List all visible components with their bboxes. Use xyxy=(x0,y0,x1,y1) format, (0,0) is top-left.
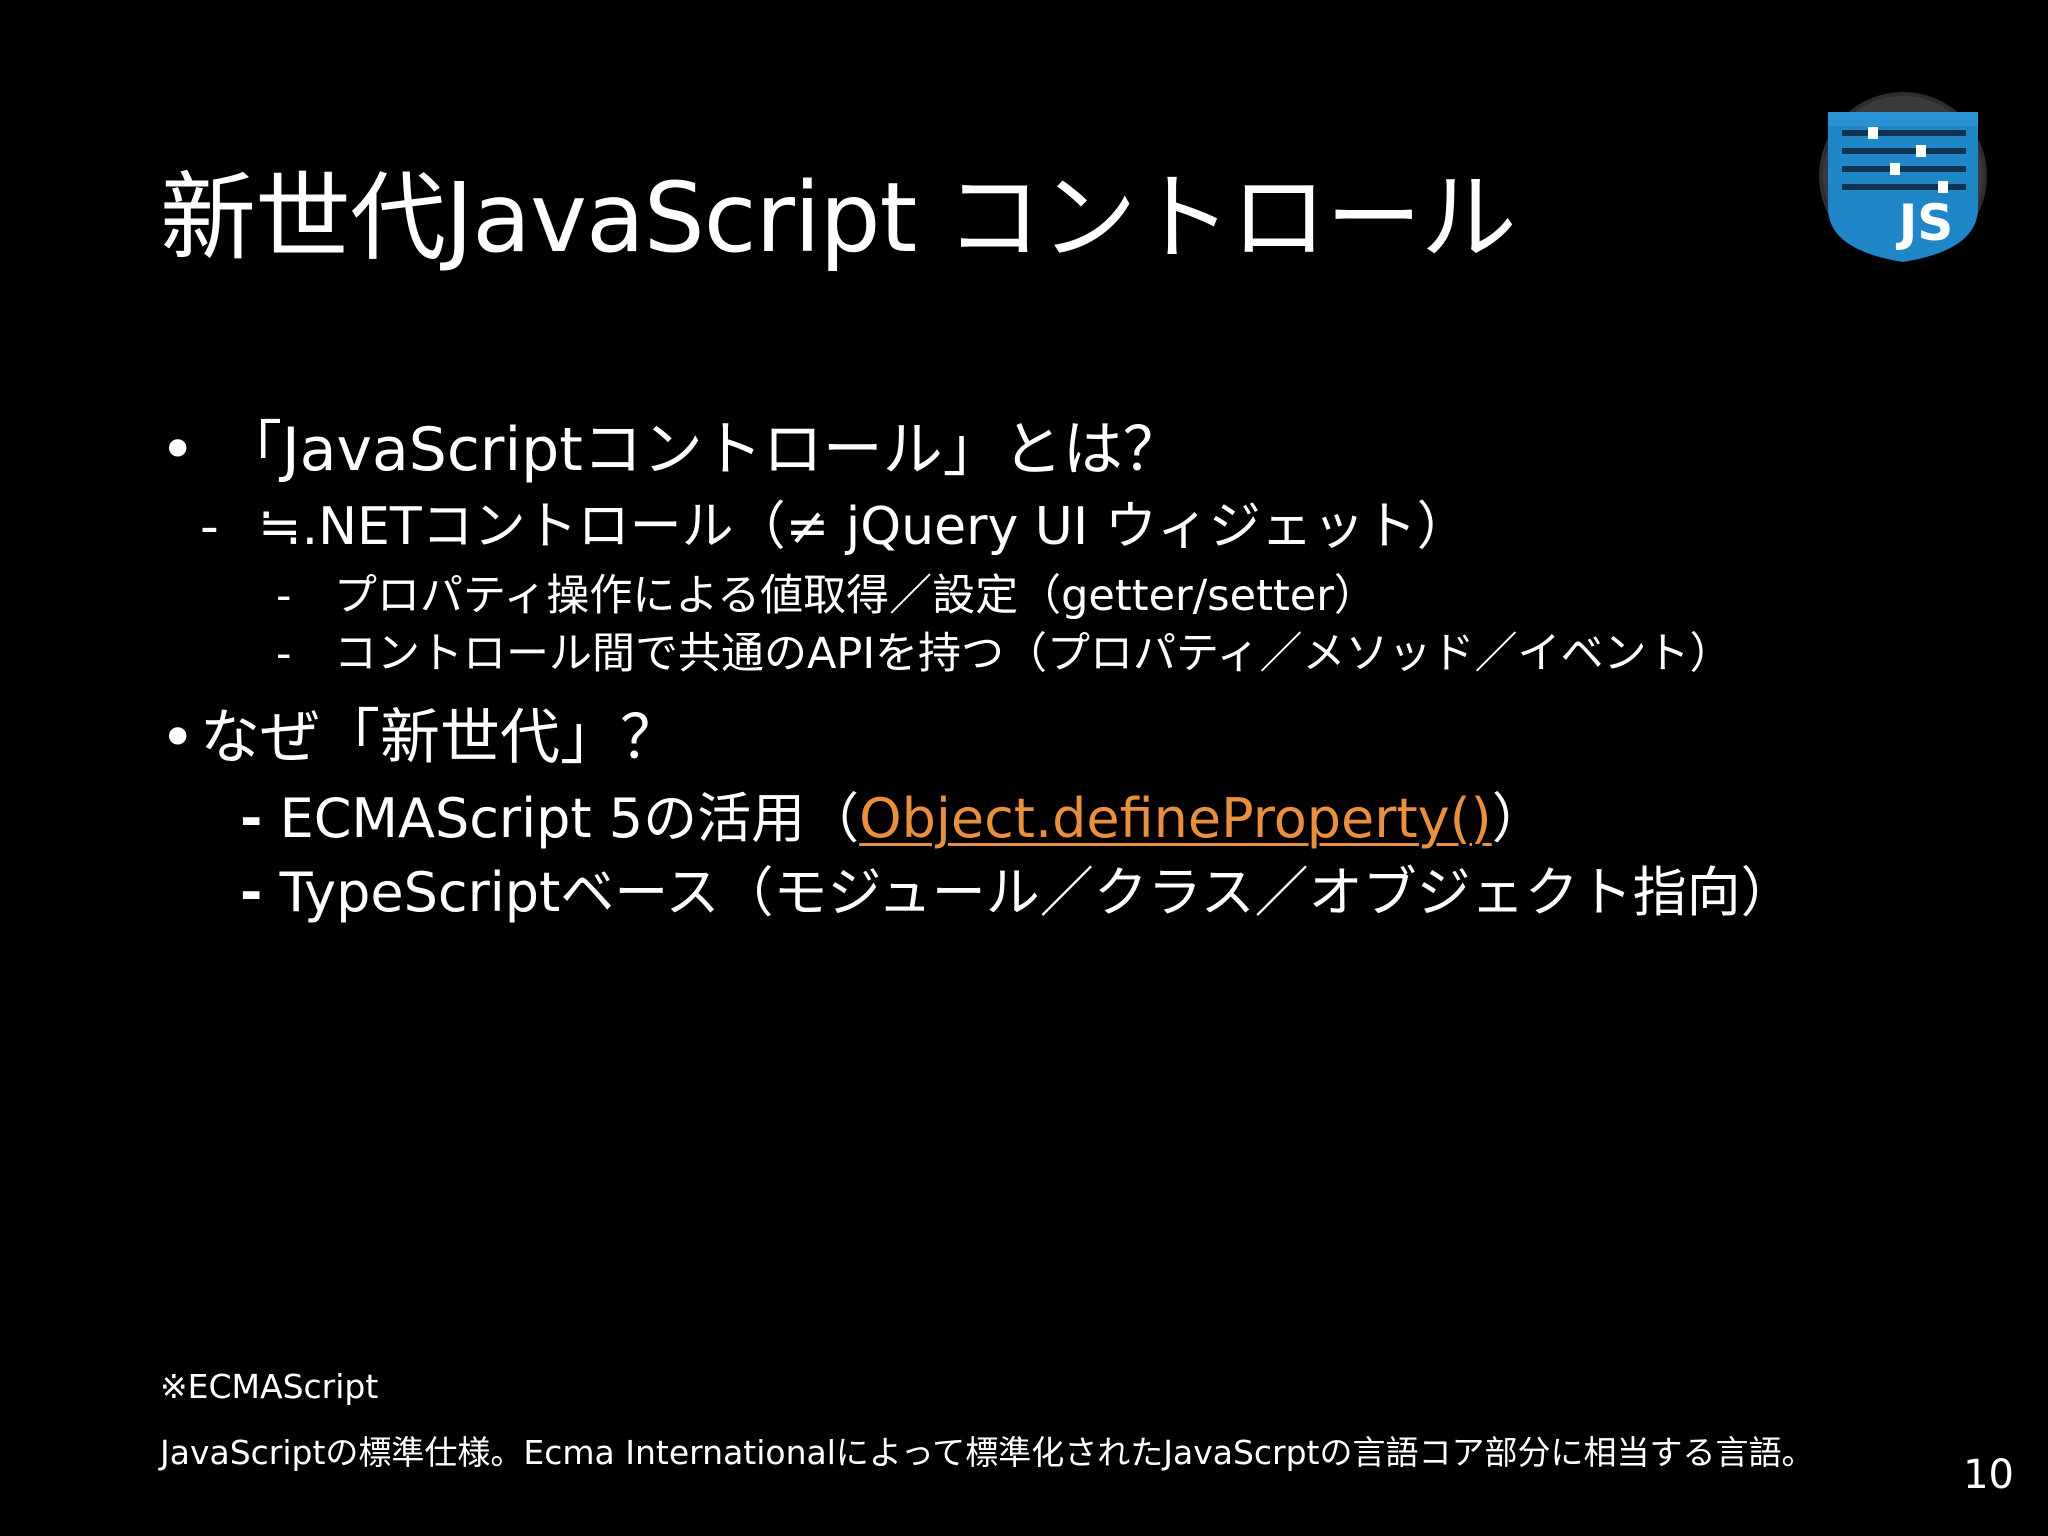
bullet-why-new-generation: なぜ「新世代」？ xyxy=(200,703,680,773)
define-property-link[interactable]: Object.defineProperty() xyxy=(859,787,1492,850)
bullet-what-is-js-control: 「JavaScriptコントロール」とは？ xyxy=(222,415,1183,485)
ecmascript5-prefix: ECMAScript 5の活用（ xyxy=(279,787,860,850)
sub-bullet-typescript: - TypeScriptベース（モジュール／クラス／オブジェクト指向） xyxy=(240,858,1795,928)
dash-marker: - xyxy=(240,787,263,850)
dash-marker: - xyxy=(200,497,219,557)
dash-marker: - xyxy=(276,629,292,679)
sub-sub-bullet-getter-setter: プロパティ操作による値取得／設定（getter/setter） xyxy=(334,571,1377,621)
ecmascript5-suffix: ） xyxy=(1491,787,1546,850)
dash-marker: - xyxy=(240,861,263,924)
dash-marker: - xyxy=(276,571,292,621)
bullet-marker: • xyxy=(160,415,196,485)
sub-bullet-ecmascript5: - ECMAScript 5の活用（Object.defineProperty(… xyxy=(240,784,1546,854)
footnote-body: JavaScriptの標準仕様。Ecma Internationalによって標準… xyxy=(160,1433,1815,1472)
sub-sub-bullet-common-api: コントロール間で共通のAPIを持つ（プロパティ／メソッド／イベント） xyxy=(334,629,1733,679)
logo-text: JS xyxy=(1896,194,1954,252)
slide-title: 新世代JavaScript コントロール xyxy=(160,162,1517,274)
footnote-heading: ※ECMAScript xyxy=(160,1367,379,1406)
bullet-marker: • xyxy=(160,703,196,773)
page-number: 10 xyxy=(1963,1452,2014,1498)
sub-bullet-net-control: ≒.NETコントロール（≠ jQuery UI ウィジェット） xyxy=(258,497,1469,557)
wijmo-js-logo-icon: JS xyxy=(1818,90,1988,262)
typescript-text: TypeScriptベース（モジュール／クラス／オブジェクト指向） xyxy=(279,861,1795,924)
